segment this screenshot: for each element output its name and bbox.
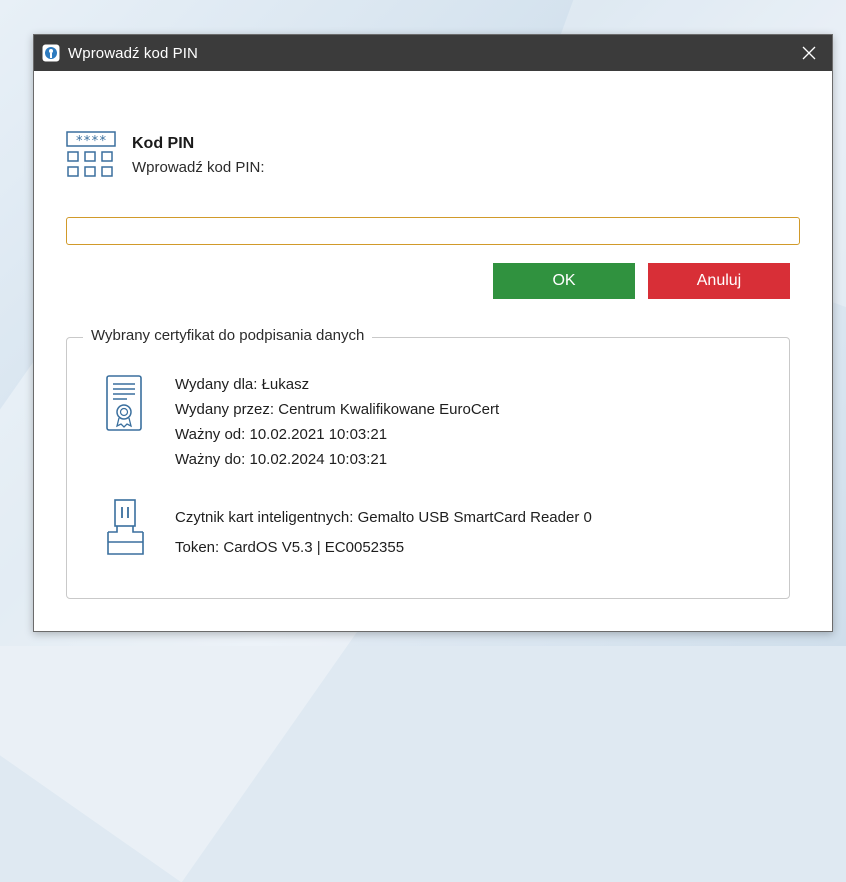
close-icon (802, 46, 816, 60)
pin-dialog: Wprowadź kod PIN **** Kod PIN Wprowadź k… (33, 34, 833, 632)
window-title: Wprowadź kod PIN (68, 44, 198, 62)
smartcard-reader-icon (107, 499, 144, 555)
pin-input[interactable] (66, 217, 800, 245)
svg-text:****: **** (75, 134, 106, 149)
app-icon (42, 44, 60, 62)
dialog-header: **** Kod PIN Wprowadź kod PIN: (66, 131, 265, 183)
valid-to: Ważny do: 10.02.2024 10:03:21 (175, 451, 388, 468)
issued-to: Wydany dla: Łukasz (175, 376, 310, 393)
title-bar[interactable]: Wprowadź kod PIN (34, 35, 832, 71)
certificate-icon (106, 375, 142, 431)
token-info: Token: CardOS V5.3 | EC0052355 (175, 539, 405, 556)
issued-by: Wydany przez: Centrum Kwalifikowane Euro… (175, 401, 500, 418)
reader-name: Czytnik kart inteligentnych: Gemalto USB… (175, 509, 592, 526)
header-text: Kod PIN Wprowadź kod PIN: (132, 131, 265, 176)
certificate-group-legend: Wybrany certyfikat do podpisania danych (83, 327, 373, 344)
ok-button[interactable]: OK (493, 263, 635, 299)
close-button[interactable] (786, 35, 832, 71)
pin-keypad-icon: **** (66, 131, 116, 177)
header-subtitle: Wprowadź kod PIN: (132, 159, 265, 176)
certificate-group: Wybrany certyfikat do podpisania danych … (66, 327, 790, 599)
valid-from: Ważny od: 10.02.2021 10:03:21 (175, 426, 388, 443)
cancel-button[interactable]: Anuluj (648, 263, 790, 299)
header-title: Kod PIN (132, 135, 195, 152)
